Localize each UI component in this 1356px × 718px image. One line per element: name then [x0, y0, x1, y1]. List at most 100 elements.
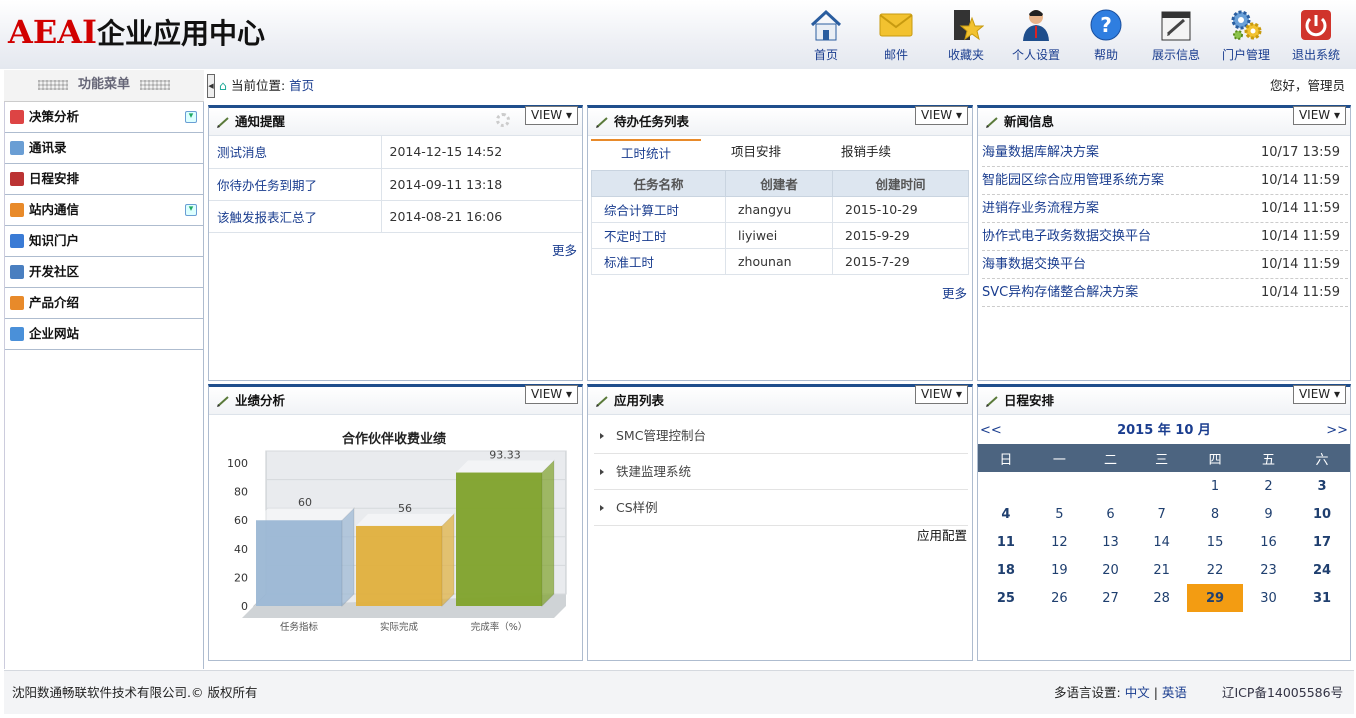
calendar-day[interactable]: 18 — [978, 556, 1034, 584]
calendar-day[interactable]: 22 — [1187, 556, 1243, 584]
panel-header: 通知提醒 VIEW ▾ — [209, 106, 582, 136]
calendar-day[interactable]: 23 — [1243, 556, 1294, 584]
calendar-day[interactable]: 9 — [1243, 500, 1294, 528]
news-link[interactable]: 海量数据库解决方案 — [982, 145, 1099, 160]
app-item[interactable]: 铁建监理系统 — [594, 454, 968, 490]
calendar-day[interactable]: 15 — [1187, 528, 1243, 556]
news-link[interactable]: 进销存业务流程方案 — [982, 201, 1099, 216]
sidebar-item-contacts[interactable]: 通讯录 — [5, 133, 203, 164]
language-option-english[interactable]: 英语 — [1162, 685, 1187, 700]
settings-icon[interactable] — [496, 113, 510, 127]
calendar-day[interactable]: 30 — [1243, 584, 1294, 612]
calendar-day[interactable]: 8 — [1187, 500, 1243, 528]
nav-favorites-button[interactable]: 收藏夹 — [936, 8, 996, 63]
prev-month-button[interactable]: << — [980, 418, 1002, 444]
weekday-header: 二 — [1084, 444, 1137, 472]
task-tabs: 工时统计 项目安排 报销手续 — [591, 139, 969, 165]
language-option-chinese[interactable]: 中文 — [1125, 685, 1150, 700]
news-link[interactable]: 智能园区综合应用管理系统方案 — [982, 173, 1164, 188]
calendar-day[interactable]: 2 — [1243, 472, 1294, 500]
nav-home-button[interactable]: 首页 — [796, 8, 856, 63]
news-link[interactable]: SVC异构存储整合解决方案 — [982, 285, 1138, 300]
calendar-day[interactable]: 25 — [978, 584, 1034, 612]
expand-icon[interactable]: ▾ — [185, 204, 197, 216]
news-link[interactable]: 海事数据交换平台 — [982, 257, 1086, 272]
calendar-day[interactable]: 19 — [1034, 556, 1085, 584]
sidebar-item-label: 通讯录 — [29, 140, 67, 155]
tab-reimbursement[interactable]: 报销手续 — [811, 139, 921, 165]
sidebar-item-website[interactable]: 企业网站 — [5, 319, 203, 350]
calendar-day[interactable]: 16 — [1243, 528, 1294, 556]
view-dropdown[interactable]: VIEW ▾ — [1292, 106, 1346, 125]
gears-icon — [1231, 10, 1262, 40]
mail-icon — [879, 13, 913, 37]
sidebar-item-products[interactable]: 产品介绍 — [5, 288, 203, 319]
calendar-day[interactable]: 1 — [1187, 472, 1243, 500]
calendar-day[interactable]: 26 — [1034, 584, 1085, 612]
calendar-day[interactable]: 28 — [1136, 584, 1187, 612]
notice-link[interactable]: 测试消息 — [217, 145, 267, 160]
calendar-icon — [10, 172, 24, 186]
tab-project-plan[interactable]: 项目安排 — [701, 139, 811, 165]
notice-link[interactable]: 该触发报表汇总了 — [217, 210, 317, 225]
nav-portal-admin-label: 门户管理 — [1221, 48, 1270, 62]
calendar-day[interactable]: 10 — [1294, 500, 1350, 528]
tasks-more-link[interactable]: 更多 — [942, 283, 967, 302]
calendar-day[interactable]: 21 — [1136, 556, 1187, 584]
calendar-day[interactable]: 13 — [1085, 528, 1136, 556]
calendar-day[interactable]: 11 — [978, 528, 1034, 556]
calendar-grid: 日一二三四五六 1 2 3 4 5 6 7 8 9 10 11 12 13 14 15 16 17 18 19 20 2… — [978, 444, 1350, 612]
calendar-day[interactable]: 31 — [1294, 584, 1350, 612]
calendar-today[interactable]: 29 — [1187, 584, 1243, 612]
nav-user-settings-button[interactable]: 个人设置 — [1006, 8, 1066, 63]
view-dropdown[interactable]: VIEW ▾ — [914, 385, 968, 404]
calendar-day[interactable]: 3 — [1294, 472, 1350, 500]
next-month-button[interactable]: >> — [1326, 418, 1348, 444]
calendar-day[interactable]: 5 — [1034, 500, 1085, 528]
calendar-day[interactable]: 14 — [1136, 528, 1187, 556]
view-dropdown[interactable]: VIEW ▾ — [914, 106, 968, 125]
app-item[interactable]: SMC管理控制台 — [594, 418, 968, 454]
nav-display-info-button[interactable]: 展示信息 — [1146, 8, 1206, 63]
calendar-day[interactable]: 4 — [978, 500, 1034, 528]
app-item[interactable]: CS样例 — [594, 490, 968, 526]
nav-user-settings-label: 个人设置 — [1011, 48, 1060, 62]
app-config-link[interactable]: 应用配置 — [917, 525, 967, 544]
task-link[interactable]: 不定时工时 — [604, 229, 667, 244]
view-dropdown[interactable]: VIEW ▾ — [524, 106, 578, 125]
collapse-sidebar-button[interactable]: ◀ — [207, 74, 215, 98]
sidebar-item-messages[interactable]: 站内通信 ▾ — [5, 195, 203, 226]
task-date: 2015-10-29 — [832, 196, 969, 223]
nav-portal-admin-button[interactable]: 门户管理 — [1216, 8, 1276, 63]
calendar-day[interactable]: 27 — [1085, 584, 1136, 612]
task-link[interactable]: 标准工时 — [604, 255, 654, 270]
news-link[interactable]: 协作式电子政务数据交换平台 — [982, 229, 1151, 244]
notebook-icon — [1161, 11, 1191, 41]
view-dropdown[interactable]: VIEW ▾ — [1292, 385, 1346, 404]
sidebar-item-knowledge-portal[interactable]: 知识门户 — [5, 226, 203, 257]
nav-help-button[interactable]: ? 帮助 — [1076, 8, 1136, 63]
panel-header: 待办任务列表 VIEW ▾ — [588, 106, 972, 136]
sidebar-item-schedule[interactable]: 日程安排 — [5, 164, 203, 195]
news-panel: 新闻信息 VIEW ▾ 海量数据库解决方案 10/17 13:59 智能园区综合应… — [977, 105, 1351, 381]
expand-icon[interactable]: ▾ — [185, 111, 197, 123]
breadcrumb-current[interactable]: 首页 — [289, 78, 314, 93]
nav-mail-button[interactable]: 邮件 — [866, 8, 926, 63]
calendar-day[interactable]: 6 — [1085, 500, 1136, 528]
notices-more-link[interactable]: 更多 — [552, 240, 577, 259]
sidebar-item-decision-analysis[interactable]: 决策分析 ▾ — [5, 102, 203, 133]
calendar-day[interactable]: 12 — [1034, 528, 1085, 556]
calendar-empty-cell — [1136, 472, 1187, 500]
task-link[interactable]: 综合计算工时 — [604, 203, 679, 218]
sidebar-item-dev-community[interactable]: 开发社区 — [5, 257, 203, 288]
calendar-day[interactable]: 20 — [1085, 556, 1136, 584]
sidebar-item-label: 开发社区 — [29, 264, 80, 279]
view-dropdown[interactable]: VIEW ▾ — [524, 385, 578, 404]
calendar-day[interactable]: 7 — [1136, 500, 1187, 528]
news-time: 10/14 11:59 — [1260, 257, 1340, 272]
nav-logout-button[interactable]: 退出系统 — [1286, 8, 1346, 63]
notice-link[interactable]: 你待办任务到期了 — [217, 178, 317, 193]
calendar-day[interactable]: 24 — [1294, 556, 1350, 584]
calendar-day[interactable]: 17 — [1294, 528, 1350, 556]
tab-work-hours[interactable]: 工时统计 — [591, 139, 701, 165]
